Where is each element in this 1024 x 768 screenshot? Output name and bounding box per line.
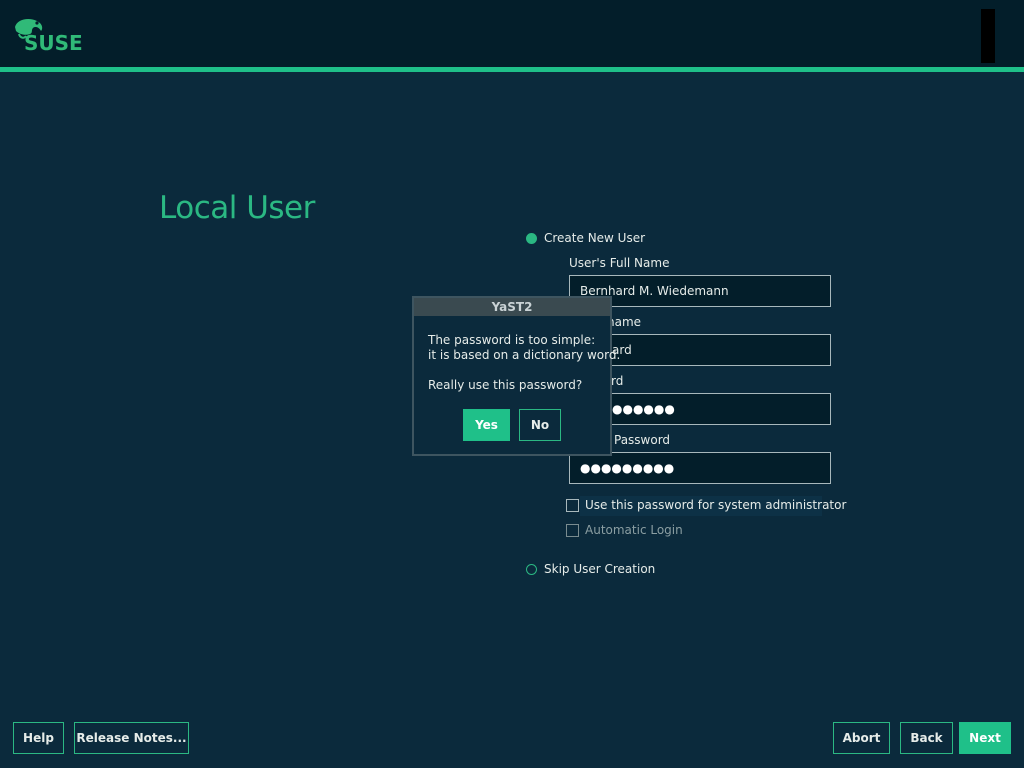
use-for-admin-checkbox[interactable]: [566, 499, 579, 512]
username-label: name: [607, 315, 642, 329]
help-label: Help: [23, 731, 54, 745]
create-user-radio[interactable]: [526, 233, 537, 244]
create-user-label[interactable]: Create New User: [544, 231, 645, 245]
password-warning-dialog: YaST2 The password is too simple: it is …: [412, 296, 620, 456]
use-for-admin-label[interactable]: Use this password for system administrat…: [585, 498, 846, 512]
auto-login-label[interactable]: Automatic Login: [585, 523, 683, 537]
release-notes-label: Release Notes...: [76, 731, 187, 745]
page-title: Local User: [159, 190, 315, 226]
back-label: Back: [910, 731, 943, 745]
help-button[interactable]: Help: [13, 722, 64, 754]
full-name-label: User's Full Name: [569, 256, 670, 270]
abort-button[interactable]: Abort: [833, 722, 890, 754]
password-label: rd: [611, 374, 624, 388]
topbar-block: [981, 9, 995, 63]
next-label: Next: [969, 731, 1001, 745]
dialog-title: YaST2: [414, 298, 610, 316]
dialog-line-3: Really use this password?: [428, 378, 583, 392]
dialog-yes-button[interactable]: Yes: [463, 409, 510, 441]
abort-label: Abort: [842, 731, 881, 745]
auto-login-checkbox[interactable]: [566, 524, 579, 537]
dialog-line-1: The password is too simple:: [428, 333, 596, 347]
back-button[interactable]: Back: [900, 722, 953, 754]
skip-user-radio[interactable]: [526, 564, 537, 575]
dialog-no-button[interactable]: No: [519, 409, 561, 441]
top-bar: SUSE: [0, 0, 1024, 67]
next-button[interactable]: Next: [959, 722, 1011, 754]
dialog-no-label: No: [530, 418, 550, 432]
skip-user-label[interactable]: Skip User Creation: [544, 562, 655, 576]
confirm-password-input[interactable]: ●●●●●●●●●: [569, 452, 831, 484]
confirm-password-label: Password: [614, 433, 671, 447]
suse-wordmark: SUSE: [24, 31, 83, 55]
release-notes-button[interactable]: Release Notes...: [74, 722, 189, 754]
dialog-yes-label: Yes: [475, 418, 498, 432]
topbar-accent-line: [0, 67, 1024, 72]
dialog-line-2: it is based on a dictionary word.: [428, 348, 621, 362]
